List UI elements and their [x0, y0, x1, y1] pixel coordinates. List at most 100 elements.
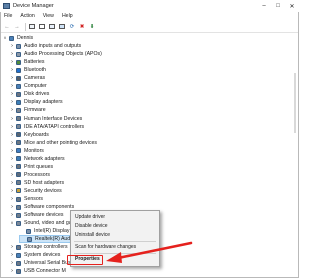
- collapsed-chevron-icon[interactable]: >: [9, 115, 15, 123]
- collapsed-chevron-icon[interactable]: >: [9, 155, 15, 163]
- tree-item-software-devices[interactable]: > Software devices: [9, 211, 64, 219]
- back-arrow-icon: ←: [4, 23, 10, 30]
- ctx-disable-device[interactable]: Disable device: [75, 223, 108, 230]
- tree-item-usb-connector-m[interactable]: > USB Connector M: [9, 267, 66, 275]
- tree-item-bluetooth[interactable]: > Bluetooth: [9, 66, 46, 74]
- tree-item-label: Display adapters: [24, 99, 63, 106]
- scan-hardware-button[interactable]: ⟳: [68, 23, 76, 31]
- vertical-scrollbar[interactable]: [294, 73, 296, 133]
- monitor-toolbar-button[interactable]: [58, 23, 66, 31]
- tree-item-label: Processors: [24, 171, 50, 178]
- collapsed-chevron-icon[interactable]: >: [9, 251, 15, 259]
- menu-file[interactable]: File: [0, 12, 16, 21]
- download-arrow-icon: ⬇: [89, 23, 95, 30]
- maximize-button[interactable]: □: [271, 0, 285, 12]
- tree-item-system-devices[interactable]: > System devices: [9, 251, 61, 259]
- hid-icon: [16, 116, 21, 121]
- menu-view[interactable]: View: [39, 12, 58, 21]
- collapsed-chevron-icon[interactable]: >: [9, 123, 15, 131]
- uninstall-device-button[interactable]: ✖: [78, 23, 86, 31]
- computer-icon: [16, 83, 21, 89]
- tree-item-root[interactable]: ∨ Dennis: [2, 34, 33, 42]
- tree-item-sd-host-adapters[interactable]: > SD host adapters: [9, 179, 64, 187]
- collapsed-chevron-icon[interactable]: >: [9, 98, 15, 106]
- tree-item-audio-inputs-and-outputs[interactable]: > Audio inputs and outputs: [9, 42, 81, 50]
- tree-item-network-adapters[interactable]: > Network adapters: [9, 155, 65, 163]
- collapsed-chevron-icon[interactable]: >: [9, 42, 15, 50]
- tree-item-storage-controllers[interactable]: > Storage controllers: [9, 243, 68, 251]
- help-sheet-icon: [49, 24, 55, 29]
- collapsed-chevron-icon[interactable]: >: [9, 195, 15, 203]
- tree-item-universal-serial-bus[interactable]: > Universal Serial Bus: [9, 259, 71, 267]
- minimize-button[interactable]: –: [257, 0, 271, 12]
- collapsed-chevron-icon[interactable]: >: [9, 259, 15, 267]
- usb-connector-icon: [16, 268, 21, 274]
- collapsed-chevron-icon[interactable]: >: [9, 90, 15, 98]
- collapsed-chevron-icon[interactable]: >: [9, 82, 15, 90]
- tree-item-label: Storage controllers: [24, 244, 68, 251]
- tree-item-keyboards[interactable]: > Keyboards: [9, 131, 49, 139]
- forward-arrow-icon: →: [14, 23, 20, 30]
- collapsed-chevron-icon[interactable]: >: [9, 74, 15, 82]
- collapsed-chevron-icon[interactable]: >: [9, 243, 15, 251]
- collapsed-chevron-icon[interactable]: >: [9, 131, 15, 139]
- tree-item-monitors[interactable]: > Monitors: [9, 147, 44, 155]
- collapsed-chevron-icon[interactable]: >: [9, 163, 15, 171]
- tree-item-batteries[interactable]: > Batteries: [9, 58, 45, 66]
- tree-item-firmware[interactable]: > Firmware: [9, 106, 46, 114]
- collapsed-chevron-icon[interactable]: >: [9, 211, 15, 219]
- collapsed-chevron-icon[interactable]: >: [9, 203, 15, 211]
- tree-item-sensors[interactable]: > Sensors: [9, 195, 43, 203]
- back-button[interactable]: ←: [3, 23, 11, 31]
- audio-chip-icon: [16, 51, 21, 57]
- tree-item-label: Mice and other pointing devices: [24, 139, 97, 146]
- tree-item-human-interface-devices[interactable]: > Human Interface Devices: [9, 115, 82, 123]
- collapsed-chevron-icon[interactable]: >: [9, 139, 15, 147]
- tree-item-processors[interactable]: > Processors: [9, 171, 50, 179]
- tree-item-print-queues[interactable]: > Print queues: [9, 163, 53, 171]
- tree-item-realtek-r-audio[interactable]: Realtek(R) Audio: [19, 235, 78, 244]
- forward-button[interactable]: →: [13, 23, 21, 31]
- collapsed-chevron-icon[interactable]: >: [9, 267, 15, 275]
- tree-item-display-adapters[interactable]: > Display adapters: [9, 98, 63, 106]
- help-toolbar-button[interactable]: [48, 23, 56, 31]
- collapsed-chevron-icon[interactable]: >: [9, 187, 15, 195]
- tree-item-software-components[interactable]: > Software components: [9, 203, 74, 211]
- ctx-uninstall-device[interactable]: Uninstall device: [75, 232, 110, 239]
- properties-toolbar-button[interactable]: [38, 23, 46, 31]
- tree-item-security-devices[interactable]: > Security devices: [9, 187, 62, 195]
- collapsed-chevron-icon[interactable]: >: [9, 50, 15, 58]
- ctx-scan-hardware-changes[interactable]: Scan for hardware changes: [75, 244, 136, 251]
- speaker-icon: [27, 236, 32, 242]
- expanded-chevron-icon[interactable]: ∨: [9, 219, 15, 227]
- tree-item-ide-ata-atapi-controllers[interactable]: > IDE ATA/ATAPI controllers: [9, 123, 84, 131]
- update-driver-button[interactable]: ⬇: [88, 23, 96, 31]
- tree-item-label: IDE ATA/ATAPI controllers: [24, 123, 85, 130]
- tree-item-audio-processing-objects-apos[interactable]: > Audio Processing Objects (APOs): [9, 50, 102, 58]
- collapsed-chevron-icon[interactable]: >: [9, 58, 15, 66]
- tree-item-cameras[interactable]: > Cameras: [9, 74, 45, 82]
- ctx-update-driver[interactable]: Update driver: [75, 214, 105, 221]
- speaker-icon: [26, 228, 31, 234]
- keyboard-icon: [16, 132, 21, 138]
- console-tree-icon: [29, 24, 35, 29]
- disk-icon: [16, 91, 21, 97]
- close-button[interactable]: ✕: [285, 0, 299, 12]
- collapsed-chevron-icon[interactable]: >: [9, 106, 15, 114]
- tree-item-disk-drives[interactable]: > Disk drives: [9, 90, 50, 98]
- tree-item-label: Security devices: [24, 187, 62, 194]
- collapsed-chevron-icon[interactable]: >: [9, 171, 15, 179]
- camera-icon: [16, 75, 21, 81]
- show-hide-console-tree-button[interactable]: [28, 23, 36, 31]
- menu-help[interactable]: Help: [58, 12, 77, 21]
- expanded-chevron-icon[interactable]: ∨: [2, 34, 8, 42]
- ctx-properties[interactable]: Properties: [75, 256, 100, 263]
- collapsed-chevron-icon[interactable]: >: [9, 66, 15, 74]
- menu-action[interactable]: Action: [16, 12, 38, 21]
- tree-item-computer[interactable]: > Computer: [9, 82, 47, 90]
- collapsed-chevron-icon[interactable]: >: [9, 179, 15, 187]
- system-device-icon: [16, 252, 21, 258]
- tree-item-mice-and-other-pointing-devices[interactable]: > Mice and other pointing devices: [9, 139, 97, 147]
- collapsed-chevron-icon[interactable]: >: [9, 147, 15, 155]
- speaker-icon: [16, 43, 21, 49]
